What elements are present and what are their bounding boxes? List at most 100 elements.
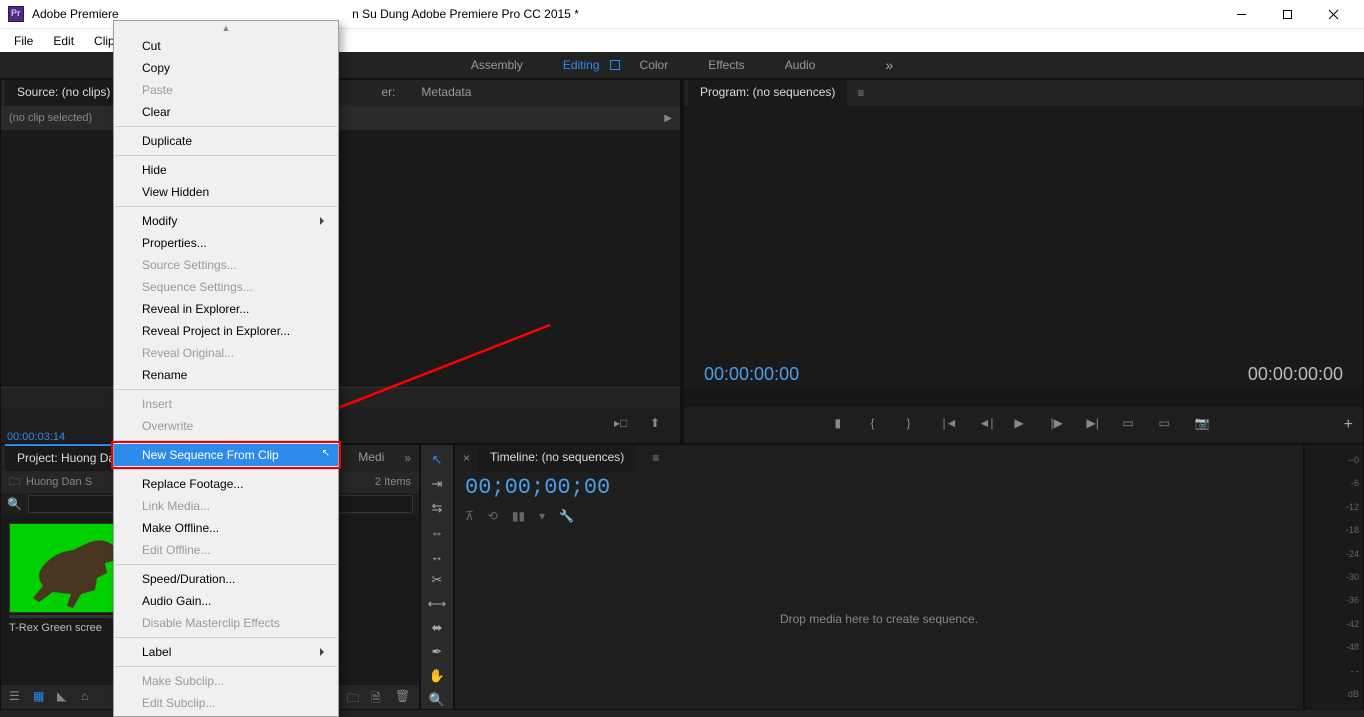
panel-menu-icon[interactable]: ≡ <box>849 86 872 100</box>
zoom-tool-icon[interactable]: 🔍 <box>427 691 447 709</box>
ctx-insert[interactable]: Insert <box>114 393 338 415</box>
timeline-tab[interactable]: Timeline: (no sequences) <box>478 445 636 471</box>
ctx-copy[interactable]: Copy <box>114 57 338 79</box>
timeline-drop-area[interactable]: Drop media here to create sequence. <box>455 528 1303 709</box>
razor-tool-icon[interactable]: ✂ <box>427 571 447 589</box>
menu-edit[interactable]: Edit <box>43 31 84 51</box>
camera-icon[interactable]: 📷 <box>1195 416 1213 434</box>
rate-stretch-tool-icon[interactable]: ↔ <box>427 547 447 565</box>
ctx-cut[interactable]: Cut <box>114 35 338 57</box>
ripple-edit-tool-icon[interactable]: ⇆ <box>427 499 447 517</box>
workspace-overflow[interactable]: » <box>885 57 893 73</box>
selection-tool-icon[interactable]: ↖ <box>427 451 447 469</box>
step-forward-icon[interactable]: |▶ <box>1051 416 1069 434</box>
step-back-icon[interactable]: ◄| <box>979 416 997 434</box>
ctx-link-media[interactable]: Link Media... <box>114 495 338 517</box>
workspace-effects[interactable]: Effects <box>708 54 744 76</box>
marker-icon[interactable]: ▾ <box>539 509 545 523</box>
minimize-button[interactable] <box>1218 0 1264 28</box>
icon-view-icon[interactable]: ▦ <box>33 689 49 705</box>
go-to-in-icon[interactable]: |◄ <box>943 416 961 434</box>
workspace-color[interactable]: Color <box>640 54 669 76</box>
ctx-rename[interactable]: Rename <box>114 364 338 386</box>
ctx-disable-masterclip[interactable]: Disable Masterclip Effects <box>114 612 338 634</box>
ctx-reveal-original[interactable]: Reveal Original... <box>114 342 338 364</box>
source-timecode: 00:00:03:14 <box>7 431 65 443</box>
ctx-paste[interactable]: Paste <box>114 79 338 101</box>
workspace-editing[interactable]: Editing <box>563 54 600 76</box>
pen-tool-icon[interactable]: ✒ <box>427 643 447 661</box>
program-viewer[interactable] <box>684 106 1363 359</box>
hand-tool-icon[interactable]: ✋ <box>427 667 447 685</box>
add-marker-icon[interactable]: ▮▮ <box>512 509 525 523</box>
program-tab[interactable]: Program: (no sequences) <box>688 80 847 106</box>
ctx-audio-gain[interactable]: Audio Gain... <box>114 590 338 612</box>
program-tc-left: 00:00:00:00 <box>704 364 799 385</box>
panel-menu-icon[interactable]: ≡ <box>644 451 667 465</box>
extract-icon[interactable]: ▭ <box>1159 416 1177 434</box>
snap-icon[interactable]: ⊼ <box>465 509 474 523</box>
source-monitor-panel: Source: (no clips) ≡ er: Metadata (no cl… <box>0 79 681 444</box>
slip-tool-icon[interactable]: ⟷ <box>427 595 447 613</box>
list-view-icon[interactable]: ☰ <box>9 689 25 705</box>
mark-out-icon[interactable]: { <box>871 416 889 434</box>
go-to-out-icon[interactable]: ▶| <box>1087 416 1105 434</box>
delete-icon[interactable]: 🗑 <box>395 689 411 705</box>
project-tab[interactable]: Project: Huong Da <box>5 444 127 472</box>
insert-icon[interactable]: ▸□ <box>614 416 632 434</box>
ctx-make-offline[interactable]: Make Offline... <box>114 517 338 539</box>
export-frame-icon[interactable]: ⬆ <box>650 416 668 434</box>
effect-controls-tab[interactable]: er: <box>369 80 407 106</box>
ctx-replace-footage[interactable]: Replace Footage... <box>114 473 338 495</box>
program-controls: ▮ { } |◄ ◄| ▶ |▶ ▶| ▭ ▭ 📷 + <box>684 407 1363 443</box>
audio-scale: --0-6-12 -18-24-30 -36-42-48 - -dB <box>1329 455 1359 699</box>
item-count: 2 Items <box>375 476 411 488</box>
ctx-make-subclip[interactable]: Make Subclip... <box>114 670 338 692</box>
maximize-button[interactable] <box>1264 0 1310 28</box>
lift-icon[interactable]: ▭ <box>1123 416 1141 434</box>
ctx-properties[interactable]: Properties... <box>114 232 338 254</box>
ctx-source-settings[interactable]: Source Settings... <box>114 254 338 276</box>
ctx-reveal-explorer[interactable]: Reveal in Explorer... <box>114 298 338 320</box>
ctx-modify[interactable]: Modify <box>114 210 338 232</box>
scroll-up-icon[interactable]: ▲ <box>114 23 338 35</box>
settings-icon[interactable]: 🔧 <box>559 509 574 523</box>
workspace-assembly[interactable]: Assembly <box>471 54 523 76</box>
ctx-edit-subclip[interactable]: Edit Subclip... <box>114 692 338 714</box>
ctx-clear[interactable]: Clear <box>114 101 338 123</box>
sort-icon[interactable]: ⌂ <box>81 689 97 705</box>
timeline-panel: × Timeline: (no sequences) ≡ 00;00;00;00… <box>454 444 1304 710</box>
rolling-edit-tool-icon[interactable]: ⇔ <box>427 523 447 541</box>
play-icon[interactable]: ▶ <box>1015 416 1033 434</box>
mark-in-icon[interactable]: ▮ <box>835 416 853 434</box>
ctx-sequence-settings[interactable]: Sequence Settings... <box>114 276 338 298</box>
close-button[interactable] <box>1310 0 1356 28</box>
media-browser-tab[interactable]: Medi <box>346 445 396 471</box>
source-viewer[interactable] <box>1 130 680 387</box>
menu-file[interactable]: File <box>4 31 43 51</box>
new-bin-icon[interactable]: 🗀 <box>347 689 363 705</box>
ctx-edit-offline[interactable]: Edit Offline... <box>114 539 338 561</box>
freeform-view-icon[interactable]: ◣ <box>57 689 73 705</box>
mark-clip-icon[interactable]: } <box>907 416 925 434</box>
timeline-timecode[interactable]: 00;00;00;00 <box>455 471 1303 504</box>
button-editor-icon[interactable]: + <box>1344 416 1353 434</box>
workspace-audio[interactable]: Audio <box>785 54 816 76</box>
chevron-right-icon[interactable]: ▶ <box>664 113 672 124</box>
ctx-duplicate[interactable]: Duplicate <box>114 130 338 152</box>
ctx-new-sequence-from-clip[interactable]: New Sequence From Clip↖ <box>114 444 338 466</box>
source-tab[interactable]: Source: (no clips) <box>5 80 122 106</box>
panel-overflow-icon[interactable]: » <box>396 451 419 465</box>
ctx-hide[interactable]: Hide <box>114 159 338 181</box>
ctx-view-hidden[interactable]: View Hidden <box>114 181 338 203</box>
ctx-speed-duration[interactable]: Speed/Duration... <box>114 568 338 590</box>
new-item-icon[interactable]: 🗎 <box>371 689 387 705</box>
track-select-tool-icon[interactable]: ⇥ <box>427 475 447 493</box>
program-tc-right: 00:00:00:00 <box>1248 364 1343 385</box>
ctx-label[interactable]: Label <box>114 641 338 663</box>
metadata-tab[interactable]: Metadata <box>409 80 483 106</box>
linked-selection-icon[interactable]: ⟲ <box>488 509 498 523</box>
ctx-reveal-project[interactable]: Reveal Project in Explorer... <box>114 320 338 342</box>
ctx-overwrite[interactable]: Overwrite <box>114 415 338 437</box>
slide-tool-icon[interactable]: ⬌ <box>427 619 447 637</box>
